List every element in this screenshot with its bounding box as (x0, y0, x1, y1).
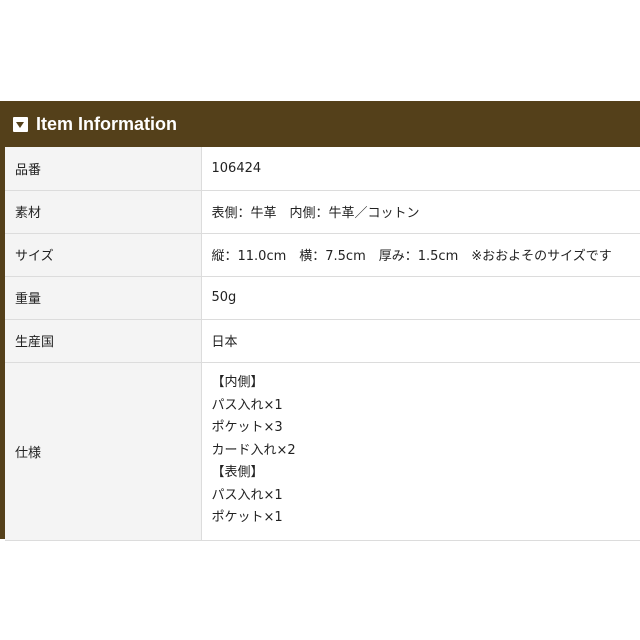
table-row-product-number: 品番 106424 (5, 147, 640, 191)
table-row-country: 生産国 日本 (5, 319, 640, 363)
row-value: 縦：11.0cm 横：7.5cm 厚み：1.5cm ※おおよそのサイズです (201, 233, 640, 277)
spec-line: カード入れ×2 (211, 442, 296, 458)
row-label: 品番 (5, 147, 202, 191)
row-value: 表側：牛革 内側：牛革／コットン (201, 190, 640, 234)
spec-line: 【表側】 (211, 465, 264, 481)
item-info-table: 品番 106424 素材 表側：牛革 内側：牛革／コットン サイズ 縦：11.0… (5, 147, 640, 541)
dropdown-toggle-icon[interactable] (13, 116, 28, 132)
table-row-weight: 重量 50g (5, 276, 640, 320)
spec-line: ポケット×3 (211, 420, 283, 436)
spec-line: パス入れ×1 (211, 487, 283, 503)
row-label: 仕様 (5, 362, 202, 541)
spec-value: 【内側】 パス入れ×1 ポケット×3 カード入れ×2 【表側】 パス入れ×1 ポ… (201, 362, 640, 541)
spec-line: パス入れ×1 (211, 397, 283, 413)
table-row-material: 素材 表側：牛革 内側：牛革／コットン (5, 190, 640, 234)
row-value: 日本 (201, 319, 640, 363)
row-value: 50g (201, 276, 640, 320)
row-value: 106424 (201, 147, 640, 191)
spec-line: ポケット×1 (211, 510, 283, 526)
item-information-panel: Item Information 品番 106424 素材 表側：牛革 内側：牛… (0, 101, 640, 541)
panel-header[interactable]: Item Information (5, 101, 640, 147)
spec-line: 【内側】 (211, 374, 264, 390)
table-row-size: サイズ 縦：11.0cm 横：7.5cm 厚み：1.5cm ※おおよそのサイズで… (5, 233, 640, 277)
table-row-spec: 仕様 【内側】 パス入れ×1 ポケット×3 カード入れ×2 【表側】 パス入れ×… (5, 362, 640, 541)
row-label: サイズ (5, 233, 202, 277)
panel-title: Item Information (36, 113, 178, 134)
row-label: 重量 (5, 276, 202, 320)
row-label: 素材 (5, 190, 202, 234)
row-label: 生産国 (5, 319, 202, 363)
